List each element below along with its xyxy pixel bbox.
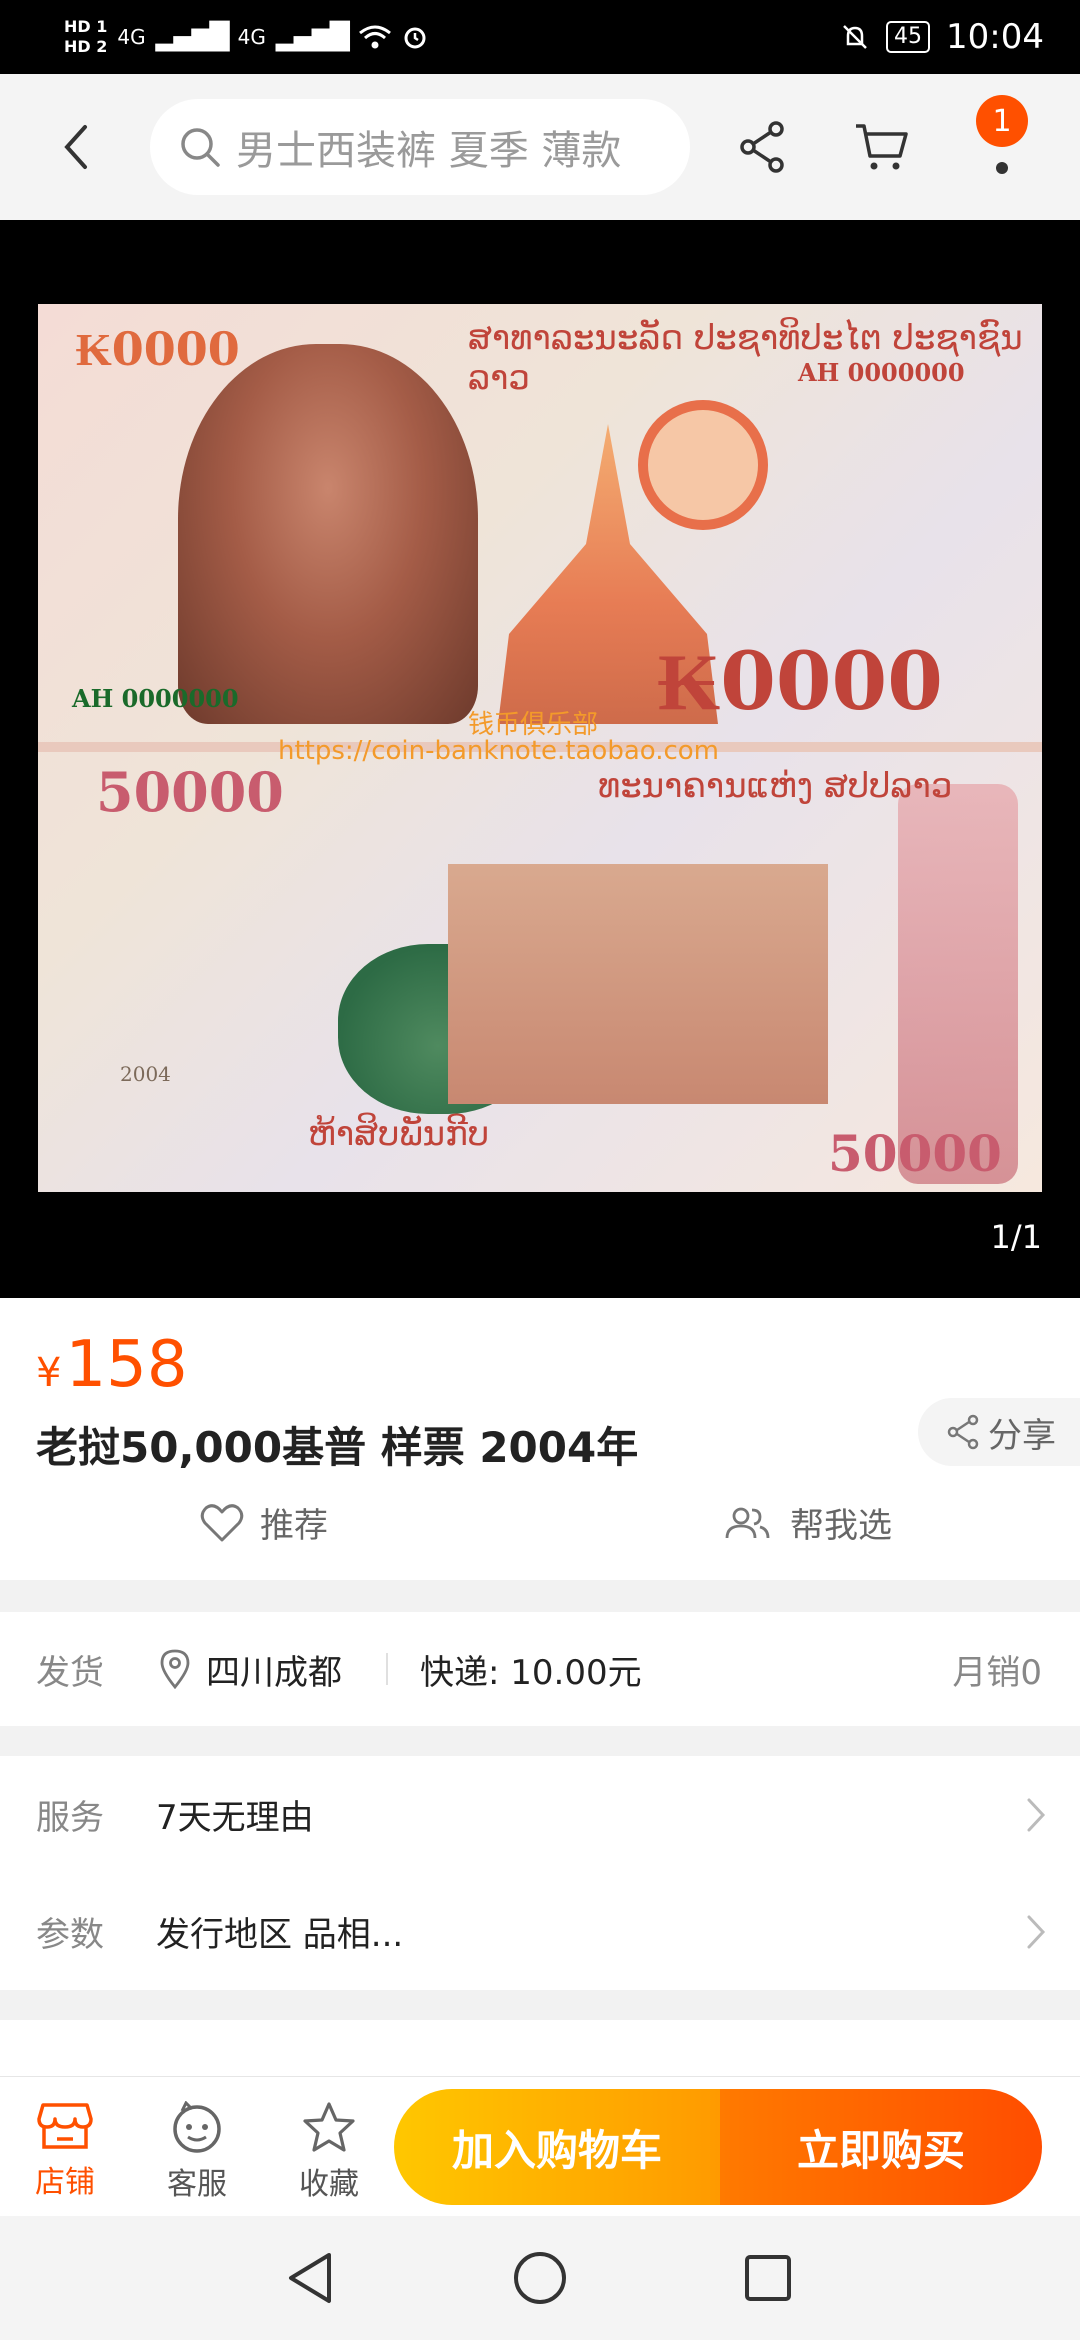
- help-choose-label: 帮我选: [790, 1506, 892, 1546]
- chevron-right-icon: [1027, 1798, 1046, 1831]
- clock: 10:04: [946, 17, 1044, 57]
- system-back-button[interactable]: [278, 2246, 342, 2310]
- image-counter: 1/1: [990, 1218, 1043, 1256]
- battery-indicator: 45: [886, 21, 931, 53]
- hd-indicator: HD 1 HD 2: [64, 17, 107, 57]
- lao-text-mid: ທະນາຄານແຫ່ງ ສປປລາວ: [598, 766, 953, 806]
- share-label: 分享: [988, 1415, 1056, 1456]
- params-value: 发行地区 品相...: [156, 1915, 404, 1955]
- message-badge: 1: [976, 95, 1028, 147]
- alarm-icon: [404, 27, 426, 49]
- hd1-label: HD 1: [64, 17, 108, 36]
- share-icon: [740, 121, 784, 173]
- product-image-gallery[interactable]: ₭0000 ₭0000 50000 50000 AH 0000000 AH 00…: [0, 220, 1080, 1298]
- service-row[interactable]: 服务 7天无理由: [0, 1756, 1080, 1873]
- shipping-fee: 快递: 10.00元: [420, 1652, 642, 1693]
- status-right: 45 10:04: [840, 17, 1044, 57]
- params-row[interactable]: 参数 发行地区 品相...: [0, 1873, 1080, 1990]
- system-navigation-bar: [0, 2216, 1080, 2340]
- store-label: 店铺: [35, 2165, 95, 2200]
- system-recents-button[interactable]: [736, 2246, 800, 2310]
- monthly-sales: 月销0: [952, 1652, 1042, 1693]
- search-box[interactable]: 男士西装裤 夏季 薄款: [150, 99, 690, 195]
- bottom-action-bar: 店铺 客服 收藏 加入购物车 立即购买: [0, 2076, 1080, 2216]
- banknote-building: [448, 864, 828, 1104]
- store-button[interactable]: 店铺: [10, 2101, 120, 2201]
- params-label: 参数: [36, 1915, 104, 1955]
- serial-left: AH 0000000: [72, 684, 239, 713]
- more-button[interactable]: 1: [962, 95, 1042, 187]
- shipping-location-text: 四川成都: [206, 1652, 342, 1693]
- banknote-portrait: [178, 344, 478, 724]
- favorite-label: 收藏: [299, 2167, 359, 2202]
- cart-button[interactable]: [842, 107, 922, 187]
- shipping-row[interactable]: 发货 四川成都 快递: 10.00元 月销0: [0, 1612, 1080, 1726]
- customer-service-label: 客服: [167, 2167, 227, 2202]
- wifi-icon: [358, 25, 391, 49]
- denomination-top-left: ₭0000: [76, 322, 240, 376]
- top-navigation: 男士西装裤 夏季 薄款 1: [0, 74, 1080, 220]
- next-section-top: [0, 2020, 1080, 2076]
- square-recents-icon: [745, 2255, 791, 2301]
- chevron-left-icon: [64, 125, 87, 169]
- shipping-label: 发货: [36, 1652, 104, 1693]
- watermark-url: https://coin-banknote.taobao.com: [278, 736, 720, 766]
- currency-symbol: ¥: [36, 1350, 62, 1396]
- triangle-back-icon: [289, 2253, 331, 2303]
- system-home-button[interactable]: [508, 2246, 572, 2310]
- hd2-label: HD 2: [64, 37, 108, 56]
- banknote-year: 2004: [120, 1062, 171, 1086]
- share-button[interactable]: [722, 107, 802, 187]
- location-pin-icon: [160, 1649, 190, 1689]
- service-label: 服务: [36, 1798, 104, 1838]
- service-card: 服务 7天无理由 参数 发行地区 品相...: [0, 1756, 1080, 1990]
- back-button[interactable]: [32, 102, 122, 192]
- denomination-large: ₭0000: [658, 634, 943, 728]
- cart-icon: [856, 124, 908, 170]
- bell-muted-icon: [843, 25, 867, 49]
- add-to-cart-button[interactable]: 加入购物车: [394, 2089, 720, 2205]
- search-placeholder: 男士西装裤 夏季 薄款: [236, 128, 622, 174]
- lao-text-top: ສາທາລະນະລັດ ປະຊາທິປະໄຕ ປະຊາຊົນລາວ: [468, 318, 1023, 398]
- chevron-right-icon: [1027, 1915, 1046, 1948]
- star-icon: [303, 2102, 355, 2152]
- status-left: HD 1 HD 2 4G ▂▄▆█ 4G ▂▄▆█: [64, 17, 428, 57]
- signal-icon: ▂▄▆█: [155, 22, 230, 52]
- buy-now-button[interactable]: 立即购买: [720, 2089, 1042, 2205]
- shipping-location: 四川成都: [160, 1645, 342, 1694]
- service-value: 7天无理由: [156, 1798, 314, 1838]
- heart-icon: [200, 1503, 244, 1541]
- divider: [386, 1653, 388, 1685]
- product-info-card: ¥ 158 老挝50,000基普 样票 2004年 分享 推荐 帮我选: [0, 1298, 1080, 1580]
- banknote-emblem: [638, 400, 768, 530]
- lao-text-bottom: ຫ້າສິບພັນກີບ: [308, 1114, 490, 1154]
- network-1-label: 4G: [117, 25, 146, 49]
- people-icon: [725, 1507, 770, 1538]
- price: ¥ 158: [36, 1328, 188, 1402]
- status-bar: HD 1 HD 2 4G ▂▄▆█ 4G ▂▄▆█ 45 10:04: [0, 0, 1080, 74]
- share-pill-button[interactable]: 分享: [918, 1398, 1080, 1466]
- share-icon: [947, 1414, 979, 1450]
- signal-icon: ▂▄▆█: [275, 22, 350, 52]
- price-value: 158: [65, 1328, 188, 1402]
- more-dot-icon: [996, 162, 1008, 174]
- store-icon: [37, 2103, 93, 2149]
- customer-service-icon: [173, 2101, 221, 2153]
- recommend-label: 推荐: [260, 1506, 328, 1546]
- recommend-button[interactable]: 推荐: [200, 1498, 328, 1547]
- denomination-back-right: 50000: [828, 1124, 1002, 1183]
- circle-home-icon: [514, 2252, 566, 2304]
- network-2-label: 4G: [237, 25, 266, 49]
- customer-service-button[interactable]: 客服: [142, 2101, 252, 2203]
- favorite-button[interactable]: 收藏: [274, 2101, 384, 2203]
- denomination-back-left: 50000: [96, 760, 284, 824]
- banknote-image: ₭0000 ₭0000 50000 50000 AH 0000000 AH 00…: [38, 304, 1042, 1192]
- help-choose-button[interactable]: 帮我选: [724, 1498, 892, 1547]
- search-icon: [181, 128, 220, 167]
- product-title: 老挝50,000基普 样票 2004年: [36, 1423, 639, 1472]
